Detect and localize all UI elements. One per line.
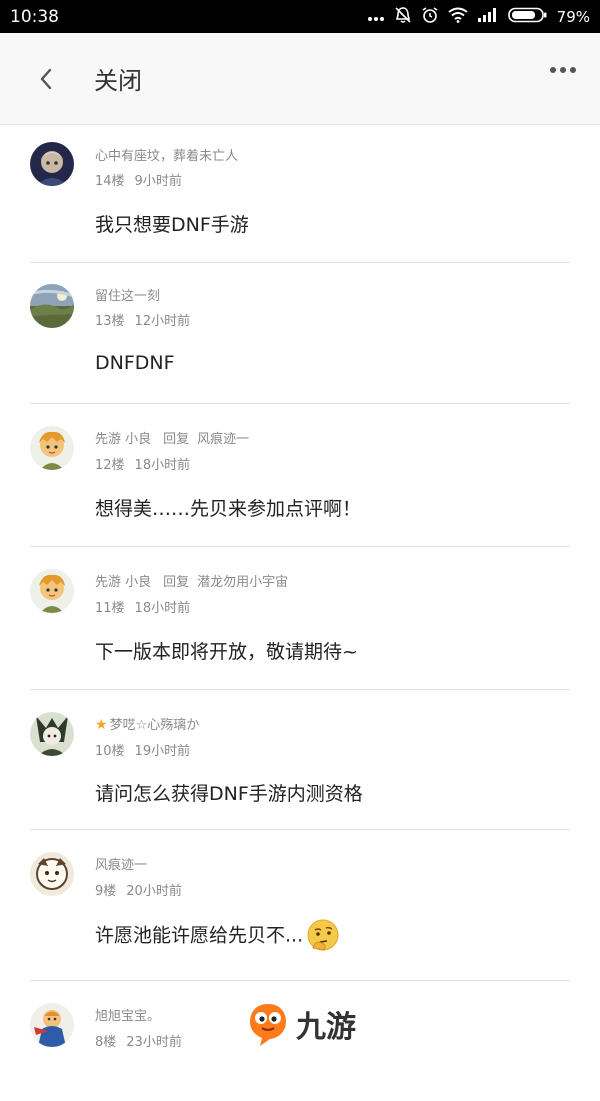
comment-time: 12小时前 [134,314,191,329]
comment-author: 先游 小良 回复 潜龙勿用小宇宙 [95,571,288,590]
signal-icon [477,7,499,27]
comment-author[interactable]: 留住这一刻 [95,285,160,304]
comment-author: ★ 梦呓☆心殇璃か [95,714,199,733]
avatar[interactable] [30,142,74,186]
watermark: 九游 [248,1000,356,1048]
comment-author[interactable]: 心中有座坟，葬着未亡人 [95,145,238,164]
reply-to-user[interactable]: 潜龙勿用小宇宙 [197,575,288,590]
comment-meta: 14楼 9小时前 [95,170,182,189]
comment-floor: 12楼 [95,458,125,473]
comment-text: 我只想要DNF手游 [95,214,249,236]
comment-meta: 13楼 12小时前 [95,310,190,329]
avatar[interactable] [30,712,74,756]
comment-meta: 9楼 20小时前 [95,880,182,899]
avatar[interactable] [30,1003,74,1047]
avatar[interactable] [30,569,74,613]
comment-time: 18小时前 [134,601,191,616]
comment-floor: 8楼 [95,1035,117,1050]
watermark-text: 九游 [296,1010,356,1045]
comment-author-name[interactable]: 先游 小良 [95,575,151,590]
status-bar: 10:38 79% [0,0,600,33]
comment-text: 下一版本即将开放，敬请期待~ [95,641,358,663]
avatar[interactable] [30,852,74,896]
comment-meta: 12楼 18小时前 [95,454,190,473]
mute-bell-icon [394,6,412,28]
more-options-button[interactable] [550,67,576,73]
comment-time: 20小时前 [126,884,182,899]
comment-list: 心中有座坟，葬着未亡人 14楼 9小时前 我只想要DNF手游 留住这一刻 13楼 1… [0,126,600,1101]
comment-item: ★ 梦呓☆心殇璃か 10楼 19小时前 请问怎么获得DNF手游内测资格 [30,690,570,830]
chevron-left-icon [40,68,52,89]
comment-author-name[interactable]: 先游 小良 [95,432,151,447]
comment-text: 许愿池能许愿给先贝不... [95,924,304,947]
more-dots-icon [367,8,385,26]
app-bar: 关闭 [0,33,600,125]
page-title[interactable]: 关闭 [94,61,142,96]
reply-label: 回复 [163,575,190,590]
comment-author: 先游 小良 回复 风痕迹一 [95,428,249,447]
comment-meta: 8楼 23小时前 [95,1031,182,1050]
comment-floor: 11楼 [95,601,125,616]
more-dot [550,67,556,73]
more-dot [560,67,566,73]
comment-item: 留住这一刻 13楼 12小时前 DNFDNF [30,263,570,404]
comment-author-name[interactable]: 梦呓☆心殇璃か [110,718,200,733]
reply-label: 回复 [163,432,190,447]
alarm-icon [421,6,439,28]
comment-floor: 14楼 [95,174,125,189]
comment-body: 许愿池能许愿给先贝不... [95,918,341,954]
status-time: 10:38 [10,6,59,27]
comment-item: 心中有座坟，葬着未亡人 14楼 9小时前 我只想要DNF手游 [30,126,570,263]
thinking-emoji-icon [307,919,339,951]
battery-icon [507,7,548,27]
comment-meta: 11楼 18小时前 [95,597,190,616]
comment-text: 想得美……先贝来参加点评啊！ [95,498,362,520]
comment-item: 先游 小良 回复 风痕迹一 12楼 18小时前 想得美……先贝来参加点评啊！ [30,404,570,547]
comment-text: DNFDNF [95,352,175,374]
star-icon: ★ [95,717,108,733]
comment-time: 23小时前 [126,1035,182,1050]
comment-time: 19小时前 [134,744,191,759]
back-button[interactable] [0,33,94,125]
status-icons: 79% [367,6,590,28]
comment-item: 风痕迹一 9楼 20小时前 许愿池能许愿给先贝不... [30,830,570,981]
avatar[interactable] [30,284,74,328]
comment-floor: 10楼 [95,744,125,759]
comment-time: 18小时前 [134,458,191,473]
comment-floor: 9楼 [95,884,117,899]
comment-author[interactable]: 风痕迹一 [95,854,147,873]
comment-item: 先游 小良 回复 潜龙勿用小宇宙 11楼 18小时前 下一版本即将开放，敬请期待~ [30,547,570,690]
reply-to-user[interactable]: 风痕迹一 [197,432,249,447]
comment-text: 请问怎么获得DNF手游内测资格 [95,783,363,805]
battery-percent: 79% [556,7,590,26]
comment-time: 9小时前 [134,174,182,189]
wifi-icon [448,7,468,27]
comment-floor: 13楼 [95,314,125,329]
comment-author[interactable]: 旭旭宝宝。 [95,1005,160,1024]
comment-meta: 10楼 19小时前 [95,740,190,759]
jiuyou-logo-icon [250,1004,286,1046]
more-dot [570,67,576,73]
avatar[interactable] [30,426,74,470]
